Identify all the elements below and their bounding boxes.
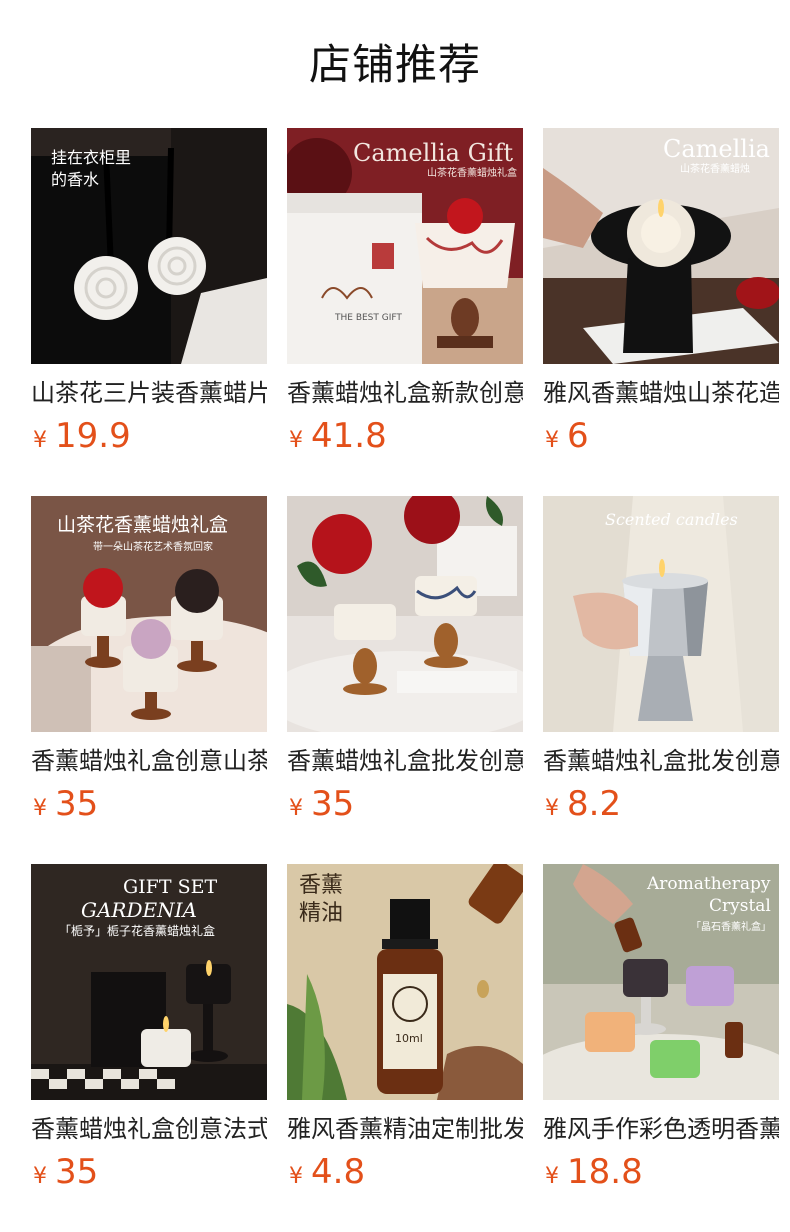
- product-name[interactable]: 香薰蜡烛礼盒创意山茶花: [31, 744, 267, 778]
- gardenia-gift-set-image[interactable]: GIFT SET GARDENIA 「栀予」栀子花香薰蜡烛礼盒: [31, 864, 267, 1100]
- price-value: 35: [55, 1152, 99, 1192]
- image-caption: 带一朵山茶花艺术香氛回家: [93, 542, 213, 553]
- image-caption: THE BEST GIFT: [335, 313, 402, 323]
- image-caption: 「栀予」栀子花香薰蜡烛礼盒: [59, 924, 216, 938]
- product-price: ¥35: [33, 1150, 98, 1194]
- product-price: ¥35: [33, 782, 98, 826]
- image-caption: 山茶花香薰蜡烛: [680, 164, 750, 175]
- currency-symbol: ¥: [545, 796, 559, 821]
- product-price: ¥6: [545, 414, 589, 458]
- product-name[interactable]: 香薰蜡烛礼盒批发创意: [543, 744, 779, 778]
- product-price: ¥19.9: [33, 414, 131, 458]
- image-caption: GARDENIA: [81, 898, 197, 922]
- product-name[interactable]: 雅风手作彩色透明香薰: [543, 1112, 779, 1146]
- currency-symbol: ¥: [33, 428, 47, 453]
- product-price: ¥41.8: [289, 414, 387, 458]
- crystal-candles-image[interactable]: Aromatherapy Crystal 「晶石香薰礼盒」: [543, 864, 779, 1100]
- currency-symbol: ¥: [289, 1164, 303, 1189]
- product-name[interactable]: 香薰蜡烛礼盒批发创意: [287, 744, 523, 778]
- currency-symbol: ¥: [289, 428, 303, 453]
- product-price: ¥8.2: [545, 782, 621, 826]
- essential-oil-bottle-image[interactable]: 香薰 精油 10ml: [287, 864, 523, 1100]
- product-card[interactable]: GIFT SET GARDENIA 「栀予」栀子花香薰蜡烛礼盒 香薰蜡烛礼盒创意…: [31, 864, 267, 1204]
- product-price: ¥35: [289, 782, 354, 826]
- camellia-gift-box-image[interactable]: Camellia Gift 山茶花香薰蜡烛礼盒 THE BEST GIFT: [287, 128, 523, 364]
- three-candles-image[interactable]: 山茶花香薰蜡烛礼盒 带一朵山茶花艺术香氛回家: [31, 496, 267, 732]
- currency-symbol: ¥: [289, 796, 303, 821]
- image-caption: GIFT SET: [123, 876, 218, 898]
- price-value: 6: [567, 416, 589, 456]
- product-card[interactable]: Aromatherapy Crystal 「晶石香薰礼盒」 雅风手作彩色透明香薰…: [543, 864, 779, 1204]
- product-name[interactable]: 雅风香薰精油定制批发: [287, 1112, 523, 1146]
- page-title: 店铺推荐: [308, 40, 481, 89]
- price-value: 19.9: [55, 416, 131, 456]
- price-value: 35: [311, 784, 355, 824]
- product-name[interactable]: 香薰蜡烛礼盒创意法式: [31, 1112, 267, 1146]
- price-value: 41.8: [311, 416, 387, 456]
- product-card[interactable]: Scented candles 香薰蜡烛礼盒批发创意 ¥8.2: [543, 496, 779, 836]
- product-name[interactable]: 香薰蜡烛礼盒新款创意: [287, 376, 523, 410]
- silver-candle-image[interactable]: Scented candles: [543, 496, 779, 732]
- rose-wax-sachet-image[interactable]: 挂在衣柜里 的香水: [31, 128, 267, 364]
- image-caption: 山茶花香薰蜡烛礼盒: [427, 168, 517, 179]
- product-name[interactable]: 山茶花三片装香薰蜡片: [31, 376, 267, 410]
- image-caption: Camellia Gift: [353, 139, 513, 167]
- currency-symbol: ¥: [545, 1164, 559, 1189]
- camellia-candle-image[interactable]: Camellia 山茶花香薰蜡烛: [543, 128, 779, 364]
- image-caption: 「晶石香薰礼盒」: [691, 922, 771, 933]
- product-card[interactable]: Camellia 山茶花香薰蜡烛 雅风香薰蜡烛山茶花造型 ¥6: [543, 128, 779, 468]
- image-caption: 山茶花香薰蜡烛礼盒: [57, 514, 229, 536]
- product-price: ¥18.8: [545, 1150, 643, 1194]
- product-price: ¥4.8: [289, 1150, 365, 1194]
- image-caption: 精油: [299, 901, 344, 926]
- price-value: 18.8: [567, 1152, 643, 1192]
- price-value: 35: [55, 784, 99, 824]
- product-card[interactable]: 挂在衣柜里 的香水 山茶花三片装香薰蜡片 ¥19.9: [31, 128, 267, 468]
- image-caption: 香薰: [299, 873, 344, 898]
- currency-symbol: ¥: [33, 1164, 47, 1189]
- image-caption: 的香水: [51, 170, 100, 189]
- currency-symbol: ¥: [33, 796, 47, 821]
- image-caption: Scented candles: [605, 510, 738, 529]
- image-caption: 10ml: [395, 1032, 423, 1045]
- price-value: 4.8: [311, 1152, 366, 1192]
- product-name[interactable]: 雅风香薰蜡烛山茶花造型: [543, 376, 779, 410]
- product-card[interactable]: 香薰 精油 10ml 雅风香薰精油定制批发 ¥4.8: [287, 864, 523, 1204]
- image-caption: Aromatherapy: [647, 874, 771, 894]
- image-caption: Camellia: [663, 135, 770, 163]
- rose-candles-image[interactable]: [287, 496, 523, 732]
- currency-symbol: ¥: [545, 428, 559, 453]
- product-card[interactable]: 香薰蜡烛礼盒批发创意 ¥35: [287, 496, 523, 836]
- image-caption: 挂在衣柜里: [51, 148, 132, 167]
- product-card[interactable]: Camellia Gift 山茶花香薰蜡烛礼盒 THE BEST GIFT 香薰…: [287, 128, 523, 468]
- price-value: 8.2: [567, 784, 622, 824]
- image-caption: Crystal: [709, 896, 771, 916]
- product-card[interactable]: 山茶花香薰蜡烛礼盒 带一朵山茶花艺术香氛回家 香薰蜡烛礼盒创意山茶花 ¥35: [31, 496, 267, 836]
